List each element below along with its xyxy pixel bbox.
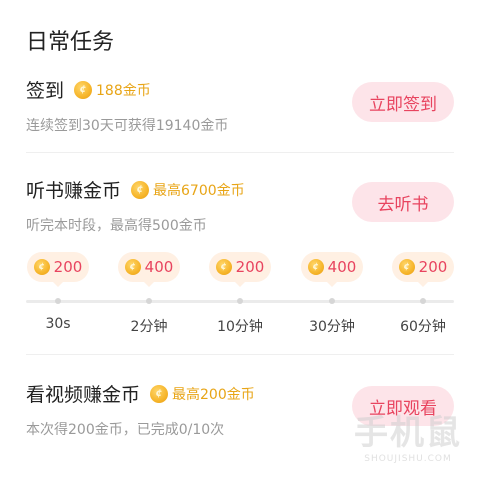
reward-bubble: ¢ 200 bbox=[27, 252, 89, 287]
milestone-value: 400 bbox=[327, 258, 357, 276]
task-listen: 听书赚金币 ¢ 最高6700金币 听完本时段，最高得500金币 去听书 bbox=[26, 176, 454, 235]
reward-bubble: ¢ 400 bbox=[301, 252, 363, 287]
coin-icon: ¢ bbox=[33, 259, 50, 275]
listen-button[interactable]: 去听书 bbox=[352, 182, 454, 222]
milestone-label: 60分钟 bbox=[400, 319, 446, 335]
reward-text: 188金币 bbox=[96, 82, 151, 99]
milestone-label: 30s bbox=[45, 316, 71, 332]
watermark-subtext: SHOUJISHU.COM bbox=[364, 454, 452, 464]
milestone-label: 2分钟 bbox=[130, 319, 168, 335]
milestone-dot bbox=[420, 298, 426, 304]
milestone-value: 400 bbox=[144, 258, 174, 276]
milestone-item[interactable]: ¢ 200 60分钟 bbox=[388, 252, 458, 335]
milestone-value: 200 bbox=[53, 258, 83, 276]
divider bbox=[26, 152, 454, 153]
coin-icon: ¢ bbox=[398, 259, 415, 275]
divider bbox=[26, 354, 454, 355]
reward-text: 最高6700金币 bbox=[153, 182, 245, 199]
milestone-dot bbox=[329, 298, 335, 304]
milestone-dot bbox=[146, 298, 152, 304]
milestone-value: 200 bbox=[235, 258, 265, 276]
task-name: 签到 bbox=[26, 80, 65, 102]
coin-icon: ¢ bbox=[215, 259, 232, 275]
task-name: 听书赚金币 bbox=[26, 180, 122, 202]
milestone-item[interactable]: ¢ 200 30s bbox=[23, 252, 93, 332]
task-signin: 签到 ¢ 188金币 连续签到30天可获得19140金币 立即签到 bbox=[26, 76, 454, 135]
coin-icon: ¢ bbox=[307, 259, 324, 275]
watermark-text: 手机鼠 bbox=[354, 413, 462, 453]
reward-bubble: ¢ 200 bbox=[392, 252, 454, 287]
milestone-dot bbox=[237, 298, 243, 304]
milestone-item[interactable]: ¢ 400 2分钟 bbox=[114, 252, 184, 335]
reward-bubble: ¢ 200 bbox=[209, 252, 271, 287]
reward-bubble: ¢ 400 bbox=[118, 252, 180, 287]
milestone-dot bbox=[55, 298, 61, 304]
watermark-logo: 手机鼠 SHOUJISHU.COM bbox=[354, 405, 462, 464]
signin-button[interactable]: 立即签到 bbox=[352, 82, 454, 122]
task-name: 看视频赚金币 bbox=[26, 384, 141, 406]
milestone-track: ¢ 200 30s ¢ 400 2分钟 ¢ 200 10分钟 ¢ 400 30分… bbox=[23, 252, 454, 335]
milestone-label: 10分钟 bbox=[217, 319, 263, 335]
coin-icon: ¢ bbox=[124, 259, 141, 275]
reward-badge: ¢ 最高6700金币 bbox=[131, 180, 245, 200]
coin-icon: ¢ bbox=[131, 180, 150, 199]
reward-badge: ¢ 最高200金币 bbox=[150, 384, 255, 404]
milestone-label: 30分钟 bbox=[309, 319, 355, 335]
reward-text: 最高200金币 bbox=[172, 386, 255, 403]
reward-badge: ¢ 188金币 bbox=[74, 80, 151, 100]
section-title: 日常任务 bbox=[26, 30, 115, 55]
coin-icon: ¢ bbox=[74, 80, 93, 99]
milestone-value: 200 bbox=[418, 258, 448, 276]
milestone-item[interactable]: ¢ 400 30分钟 bbox=[297, 252, 367, 335]
coin-icon: ¢ bbox=[150, 384, 169, 403]
milestone-item[interactable]: ¢ 200 10分钟 bbox=[205, 252, 275, 335]
